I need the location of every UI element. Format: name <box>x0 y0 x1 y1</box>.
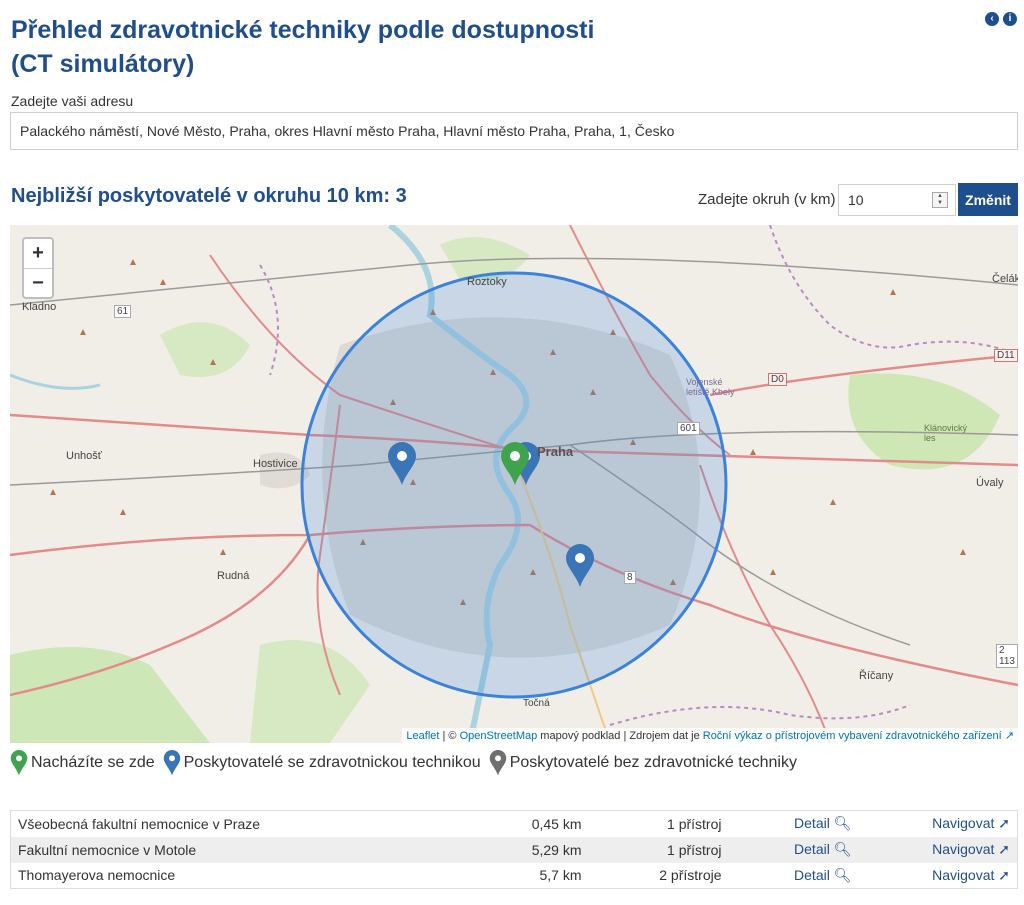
search-icon: 🔍︎ <box>833 815 852 832</box>
map-attribution: Leaflet | © OpenStreetMap mapový podklad… <box>402 728 1018 743</box>
osm-link[interactable]: OpenStreetMap <box>460 730 538 742</box>
detail-link[interactable]: Detail 🔍︎ <box>794 867 851 883</box>
header-icons: ‹ i <box>985 12 1017 26</box>
place-label: Vojenské letiště Kbely <box>686 377 735 397</box>
map-legend: Nacházíte se zde Poskytovatelé se zdravo… <box>10 750 805 776</box>
zoom-out-button[interactable]: − <box>24 268 52 297</box>
page-title-line1: Přehled zdravotnické techniky podle dost… <box>11 16 595 44</box>
location-arrow-icon: ➚ <box>998 841 1010 857</box>
map-canvas[interactable] <box>10 225 1018 743</box>
navigate-link[interactable]: Navigovat ➚ <box>932 815 1010 831</box>
results-table: Všeobecná fakultní nemocnice v Praze 0,4… <box>10 810 1018 889</box>
radius-spinner[interactable]: ▲ ▼ <box>932 192 948 208</box>
search-icon: 🔍︎ <box>833 866 852 883</box>
detail-link[interactable]: Detail 🔍︎ <box>794 815 851 831</box>
road-shield: D0 <box>768 373 787 386</box>
road-shield: 2 113 <box>996 644 1018 668</box>
nearest-heading: Nejbližší poskytovatelé v okruhu 10 km: … <box>11 185 407 207</box>
place-label: Kladno <box>22 301 57 313</box>
legend-item-with-tech: Poskytovatelé se zdravotnickou technikou <box>163 750 481 776</box>
table-row: Všeobecná fakultní nemocnice v Praze 0,4… <box>11 811 1018 837</box>
provider-devices: 1 přístroj <box>667 815 722 832</box>
place-label: Úvaly <box>976 477 1004 489</box>
page-title-line2: (CT simulátory) <box>11 50 195 78</box>
provider-distance: 5,29 km <box>531 841 582 858</box>
address-input[interactable] <box>10 112 1018 150</box>
place-label: Čelák <box>992 273 1018 285</box>
external-link-icon: ↗ <box>1004 730 1014 742</box>
change-radius-button[interactable]: Změnit <box>958 183 1018 216</box>
detail-link[interactable]: Detail 🔍︎ <box>794 841 851 857</box>
address-label: Zadejte vaši adresu <box>11 93 134 109</box>
provider-name: Thomayerova nemocnice <box>18 867 176 884</box>
place-label: Unhošť <box>66 450 102 462</box>
place-label: Hostivice <box>253 458 298 470</box>
legend-item-here: Nacházíte se zde <box>10 750 155 776</box>
back-icon[interactable]: ‹ <box>985 12 999 26</box>
road-shield: 61 <box>114 305 132 318</box>
location-arrow-icon: ➚ <box>998 866 1010 883</box>
provider-name: Všeobecná fakultní nemocnice v Praze <box>18 815 261 832</box>
zoom-in-button[interactable]: + <box>24 239 52 268</box>
location-arrow-icon: ➚ <box>998 815 1010 832</box>
gray-marker-icon <box>489 750 506 776</box>
provider-name: Fakultní nemocnice v Motole <box>18 841 197 858</box>
provider-devices: 2 přístroje <box>659 867 722 884</box>
provider-distance: 5,7 km <box>539 867 582 884</box>
zoom-control: + − <box>22 237 54 299</box>
green-marker-icon <box>10 750 28 776</box>
navigate-link[interactable]: Navigovat ➚ <box>932 841 1010 857</box>
table-row: Thomayerova nemocnice 5,7 km 2 přístroje… <box>11 863 1018 889</box>
provider-distance: 0,45 km <box>531 815 582 832</box>
provider-devices: 1 přístroj <box>667 841 722 858</box>
radius-label: Zadejte okruh (v km) <box>698 191 836 208</box>
legend-item-without-tech: Poskytovatelé bez zdravotnické techniky <box>489 750 797 776</box>
place-label: Říčany <box>859 670 894 682</box>
table-row: Fakultní nemocnice v Motole 5,29 km 1 př… <box>10 836 1018 863</box>
radius-circle <box>300 271 728 699</box>
road-shield: 601 <box>677 422 700 435</box>
place-label: Roztoky <box>467 276 507 288</box>
place-label: Praha <box>537 444 574 459</box>
map[interactable]: + − Kladno Roztoky Unhošť Hostivice Rudn… <box>10 225 1018 743</box>
blue-marker-icon <box>163 750 180 776</box>
leaflet-link[interactable]: Leaflet <box>406 730 439 742</box>
road-shield: 8 <box>624 571 636 584</box>
navigate-link[interactable]: Navigovat ➚ <box>932 867 1010 883</box>
info-icon[interactable]: i <box>1003 12 1017 26</box>
road-shield: D11 <box>994 349 1018 362</box>
place-label: Točná <box>523 698 550 709</box>
place-label: Rudná <box>217 570 250 582</box>
place-label: Klánovický les <box>924 423 968 443</box>
page-title: Přehled zdravotnické techniky podle dost… <box>11 13 611 81</box>
search-icon: 🔍︎ <box>833 841 852 857</box>
data-source-link[interactable]: Roční výkaz o přístrojovém vybavení zdra… <box>703 730 1002 742</box>
